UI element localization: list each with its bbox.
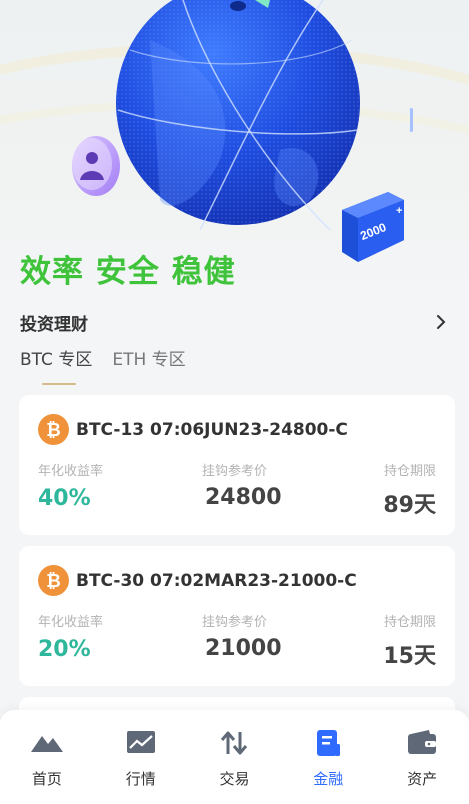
- annual-rate-value: 40%: [38, 486, 91, 511]
- chevron-right-icon[interactable]: [432, 313, 450, 331]
- bitcoin-icon: ₿: [38, 565, 69, 596]
- finance-doc-icon: [317, 730, 341, 756]
- term-label: 持仓期限: [383, 464, 436, 479]
- svg-text:+: +: [396, 205, 402, 217]
- wallet-icon: [408, 730, 437, 754]
- rate-label: 年化收益率: [38, 615, 104, 630]
- tabbar-label: 交易: [219, 770, 250, 788]
- svg-text:₿: ₿: [46, 571, 61, 592]
- holding-term-value: 89天: [383, 493, 436, 518]
- tabbar-label: 行情: [125, 770, 156, 788]
- hero-banner: 2000 + 效率 安全 稳健: [0, 0, 469, 300]
- bitcoin-icon: ₿: [38, 414, 69, 445]
- price-label: 挂钩参考价: [202, 615, 268, 630]
- tabbar-label: 金融: [313, 770, 344, 788]
- user-badge-icon: [72, 136, 120, 196]
- svg-text:₿: ₿: [46, 420, 61, 441]
- trade-arrows-icon: [221, 731, 248, 755]
- hero-slogan: 效率 安全 稳健: [20, 254, 236, 290]
- tabbar-label: 首页: [31, 770, 62, 788]
- tabbar-label: 资产: [407, 770, 438, 788]
- tab-btc-zone[interactable]: BTC 专区: [20, 347, 92, 385]
- product-card[interactable]: ₿ BTC-30 07:02MAR23-21000-C 年化收益率 挂钩参考价 …: [19, 546, 455, 686]
- tab-eth-zone[interactable]: ETH 专区: [112, 347, 185, 385]
- product-name: BTC-13 07:06JUN23-24800-C: [76, 420, 348, 440]
- price-label: 挂钩参考价: [202, 464, 268, 479]
- coupon-2000-icon: 2000 +: [342, 192, 404, 262]
- investment-section-header[interactable]: 投资理财: [20, 310, 450, 335]
- rate-label: 年化收益率: [38, 464, 104, 479]
- coin-zone-tabs: BTC 专区 ETH 专区: [20, 347, 186, 387]
- term-label: 持仓期限: [383, 615, 436, 630]
- section-title: 投资理财: [20, 314, 88, 335]
- bottom-tab-bar: 首页 行情 交易 金融 资产: [0, 710, 469, 804]
- market-chart-icon: [126, 731, 155, 753]
- tabbar-item-market[interactable]: 行情: [94, 710, 188, 804]
- home-icon: [30, 736, 63, 752]
- tabbar-item-trade[interactable]: 交易: [188, 710, 282, 804]
- tabbar-item-assets[interactable]: 资产: [375, 710, 469, 804]
- product-card[interactable]: ₿ BTC-13 07:06JUN23-24800-C 年化收益率 挂钩参考价 …: [19, 395, 455, 535]
- reference-price-value: 21000: [205, 636, 282, 661]
- holding-term-value: 15天: [383, 644, 436, 669]
- tabbar-item-home[interactable]: 首页: [0, 710, 94, 804]
- reference-price-value: 24800: [205, 485, 282, 510]
- tabbar-item-finance[interactable]: 金融: [281, 710, 375, 804]
- product-name: BTC-30 07:02MAR23-21000-C: [76, 571, 357, 591]
- annual-rate-value: 20%: [38, 637, 91, 662]
